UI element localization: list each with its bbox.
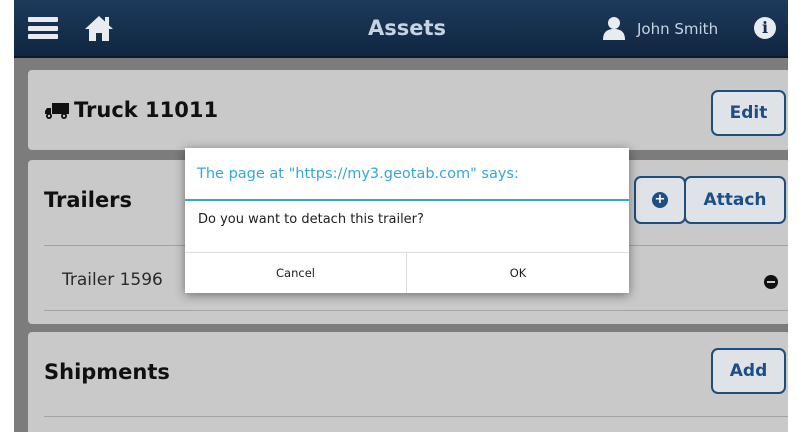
vehicle-card: Truck 11011 Edit (28, 70, 788, 150)
edit-button[interactable]: Edit (711, 90, 786, 136)
attach-button[interactable]: Attach (684, 176, 786, 224)
dialog-message: Do you want to detach this trailer? (198, 212, 424, 227)
top-bar: Assets John Smith i (14, 0, 788, 58)
cancel-button[interactable]: Cancel (185, 253, 406, 293)
page-title: Assets (367, 16, 447, 40)
vehicle-title: Truck 11011 (74, 98, 219, 122)
dialog-title: The page at "https://my3.geotab.com" say… (197, 166, 519, 182)
confirm-dialog: The page at "https://my3.geotab.com" say… (185, 148, 629, 293)
shipments-card: Shipments Add (28, 332, 788, 432)
menu-icon[interactable] (28, 17, 58, 39)
dialog-title-divider (185, 199, 629, 201)
detach-trailer-icon[interactable] (764, 275, 778, 289)
row-divider (44, 416, 788, 417)
plus-circle-icon: + (652, 192, 668, 208)
add-trailer-button[interactable]: + (634, 176, 686, 224)
ok-button[interactable]: OK (407, 253, 629, 293)
user-name[interactable]: John Smith (637, 20, 718, 38)
info-icon[interactable]: i (754, 17, 776, 39)
trailers-heading: Trailers (44, 188, 133, 212)
shipments-heading: Shipments (44, 360, 170, 384)
row-divider (44, 310, 788, 311)
app-window: Assets John Smith i Truck 11011 Edit Tra… (14, 0, 788, 432)
add-shipment-button[interactable]: Add (711, 348, 786, 394)
home-icon[interactable] (84, 14, 114, 42)
trailer-name: Trailer 1596 (62, 270, 163, 290)
user-icon[interactable] (602, 16, 626, 40)
truck-icon (45, 103, 69, 119)
